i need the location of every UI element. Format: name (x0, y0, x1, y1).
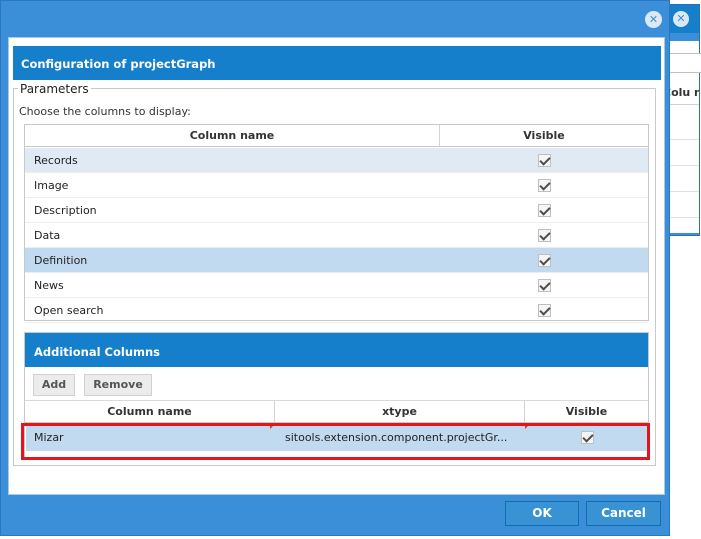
row-name: Data (34, 229, 61, 242)
table-row[interactable]: Image (25, 173, 648, 198)
table-row[interactable]: Records (25, 148, 648, 173)
columns-grid: Column name Visible Records Image Descri… (24, 124, 649, 323)
visible-checkbox[interactable] (538, 229, 551, 242)
xtype-header[interactable]: xtype (275, 401, 525, 422)
dialog-body: Configuration of projectGraph Parameters… (8, 37, 665, 495)
row-name: Records (34, 154, 78, 167)
table-row[interactable]: Data (25, 223, 648, 248)
parameters-legend: Parameters (18, 82, 91, 96)
close-icon[interactable]: ✕ (645, 11, 662, 28)
visible-checkbox[interactable] (538, 179, 551, 192)
row-name: Image (34, 179, 69, 192)
row-name[interactable]: Mizar (34, 424, 274, 451)
visible-header[interactable]: Visible (525, 401, 648, 422)
modified-marker-icon (270, 424, 275, 429)
table-row[interactable]: Mizar sitools.extension.component.projec… (26, 424, 647, 451)
visible-checkbox[interactable] (538, 279, 551, 292)
row-name: News (34, 279, 64, 292)
additional-grid-header: Column name xtype Visible (25, 401, 648, 423)
column-name-header[interactable]: Column name (25, 125, 440, 146)
row-name: Description (34, 204, 97, 217)
row-name: Definition (34, 254, 88, 267)
additional-columns-toolbar: Add Remove (25, 367, 648, 401)
table-row[interactable]: News (25, 273, 648, 298)
columns-grid-header: Column name Visible (25, 125, 648, 147)
table-row[interactable]: Description (25, 198, 648, 223)
visible-checkbox[interactable] (538, 254, 551, 267)
visible-header[interactable]: Visible (440, 125, 648, 146)
columns-hint: Choose the columns to display: (19, 105, 191, 118)
additional-columns-title: Additional Columns (25, 333, 648, 367)
row-name: Open search (34, 304, 104, 317)
visible-checkbox[interactable] (538, 154, 551, 167)
additional-columns-panel: Additional Columns Add Remove Column nam… (24, 332, 649, 460)
cancel-button[interactable]: Cancel (586, 501, 661, 526)
table-row[interactable]: Definition (25, 248, 648, 273)
visible-checkbox[interactable] (581, 431, 594, 444)
row-xtype[interactable]: sitools.extension.component.projectGr... (285, 424, 521, 451)
column-name-header[interactable]: Column name (25, 401, 275, 422)
ok-button[interactable]: OK (505, 501, 579, 526)
visible-checkbox[interactable] (538, 204, 551, 217)
configuration-dialog: ✕ Configuration of projectGraph Paramete… (0, 0, 670, 536)
visible-checkbox[interactable] (538, 304, 551, 317)
dialog-title: Configuration of projectGraph (13, 46, 661, 80)
background-window-close-icon[interactable]: ✕ (673, 11, 689, 27)
remove-button[interactable]: Remove (84, 374, 152, 396)
add-button[interactable]: Add (33, 374, 75, 396)
table-row[interactable]: Open search (25, 298, 648, 323)
modified-marker-icon (525, 424, 530, 429)
